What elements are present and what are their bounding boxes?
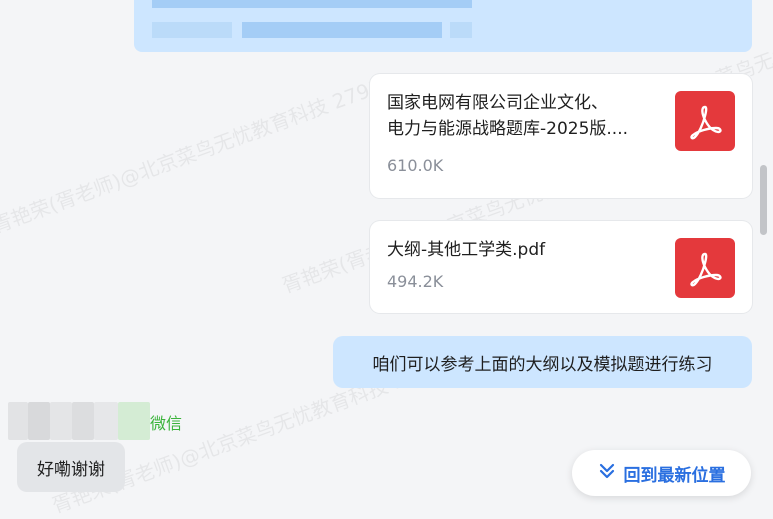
file-name: 大纲-其他工学类.pdf [387, 240, 546, 260]
redacted-message-bubble [134, 0, 752, 52]
received-message-bubble[interactable]: 好嘞谢谢 [17, 442, 125, 492]
file-size: 610.0K [387, 156, 444, 175]
file-name: 国家电网有限公司企业文化、 电力与能源战略题库-2025版.... [387, 93, 629, 139]
message-text: 咱们可以参考上面的大纲以及模拟题进行练习 [372, 354, 713, 375]
message-text: 好嘞谢谢 [37, 459, 105, 480]
pdf-icon [675, 238, 735, 298]
watermark-text: 胥艳荣(胥老师)@北京菜鸟无忧教育科技 2791 [0, 74, 386, 238]
file-message-card[interactable]: 大纲-其他工学类.pdf 494.2K [370, 221, 752, 313]
back-to-latest-button[interactable]: 回到最新位置 [572, 450, 751, 496]
chat-scrollbar[interactable] [760, 165, 767, 235]
redacted-sender-name [8, 402, 150, 440]
file-message-card[interactable]: 国家电网有限公司企业文化、 电力与能源战略题库-2025版.... 610.0K [370, 74, 752, 198]
pdf-icon [675, 91, 735, 151]
back-to-latest-label: 回到最新位置 [623, 465, 726, 486]
sender-source-tag: 微信 [150, 414, 183, 433]
double-chevron-down-icon [598, 462, 616, 485]
sent-message-bubble[interactable]: 咱们可以参考上面的大纲以及模拟题进行练习 [333, 336, 752, 388]
file-size: 494.2K [387, 272, 444, 291]
